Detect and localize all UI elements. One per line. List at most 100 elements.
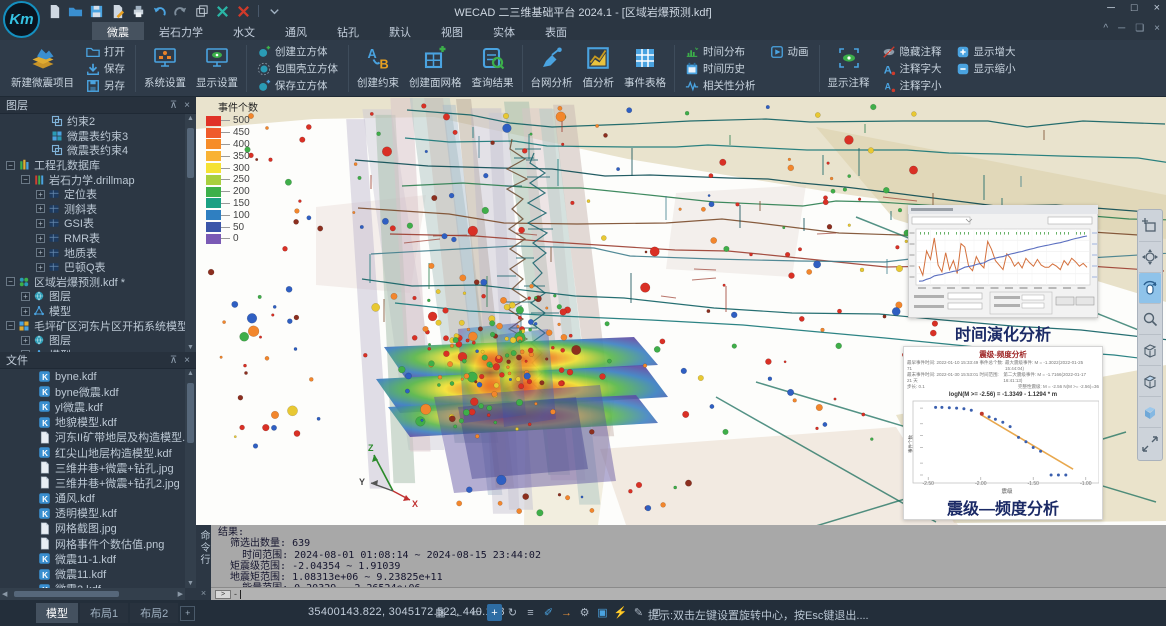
collapse-icon[interactable]: − xyxy=(6,277,15,286)
file-item[interactable]: K通风.kdf xyxy=(0,491,185,506)
ribbon-button-15-2[interactable]: A注释字小 xyxy=(875,77,949,94)
app-logo[interactable]: Km xyxy=(3,1,40,38)
file-item[interactable]: 三维井巷+微震+钻孔.jpg xyxy=(0,460,185,475)
ribbon-button-11-1[interactable]: 时间历史 xyxy=(678,60,763,77)
menu-tab-3[interactable]: 通风 xyxy=(270,22,322,40)
file-item[interactable]: Kyl微震.kdf xyxy=(0,399,185,414)
files-hscrollbar[interactable]: ◀▶ xyxy=(0,588,185,600)
collapse-icon[interactable]: − xyxy=(6,161,15,170)
expand-icon[interactable]: + xyxy=(36,204,45,213)
file-item[interactable]: K微震11.kdf xyxy=(0,566,185,581)
files-scrollbar[interactable]: ▲ ▼ xyxy=(185,369,196,588)
ribbon-button-14-0[interactable]: 显示注释 xyxy=(823,41,875,96)
dynamic-input-icon[interactable]: ⚡ xyxy=(613,604,628,621)
tree-item[interactable]: +模型 xyxy=(0,304,185,319)
expand-icon[interactable]: + xyxy=(21,292,30,301)
menu-tab-5[interactable]: 默认 xyxy=(374,22,426,40)
grid-icon[interactable]: ▦ xyxy=(433,604,448,621)
expand-icon[interactable]: + xyxy=(21,336,30,345)
file-item[interactable]: 网格截图.jpg xyxy=(0,521,185,536)
menu-tab-1[interactable]: 岩石力学 xyxy=(144,22,218,40)
tree-item[interactable]: 微震表约束4 xyxy=(0,143,185,158)
ribbon-button-0-0[interactable]: 新建微震项目 xyxy=(6,41,79,96)
ribbon-button-1-0[interactable]: 打开 xyxy=(79,43,132,60)
ribbon-button-1-1[interactable]: 保存 xyxy=(79,60,132,77)
tree-item[interactable]: −区域岩爆预测.kdf * xyxy=(0,275,185,290)
wireframe-tool[interactable] xyxy=(1139,335,1161,366)
export-icon[interactable]: → xyxy=(559,604,574,621)
add-layout-button[interactable]: + xyxy=(180,606,195,621)
orbit-tool[interactable] xyxy=(1139,242,1161,273)
layers-scrollbar[interactable]: ▲ ▼ xyxy=(185,114,196,352)
pin-icon[interactable]: ⊼ xyxy=(170,100,177,111)
settings-icon[interactable]: ⚙ xyxy=(577,604,592,621)
console-tab[interactable]: 命令行 × xyxy=(196,525,211,600)
viewport-3d[interactable]: ZYX 事件个数 500450400350300250200150100500 … xyxy=(196,97,1166,525)
osnap-icon[interactable]: + xyxy=(487,604,502,621)
ribbon-button-9-1[interactable]: 值分析 xyxy=(578,41,620,96)
file-item[interactable]: Kbyne.kdf xyxy=(0,369,185,384)
zoom-window-tool[interactable] xyxy=(1139,211,1161,242)
menu-tab-7[interactable]: 实体 xyxy=(478,22,530,40)
ribbon-button-15-1[interactable]: A注释字大 xyxy=(875,60,949,77)
ribbon-button-9-2[interactable]: 事件表格 xyxy=(619,41,671,96)
rotate-view-tool[interactable] xyxy=(1139,273,1161,304)
menu-tab-2[interactable]: 水文 xyxy=(218,22,270,40)
menu-tab-4[interactable]: 钻孔 xyxy=(322,22,374,40)
polar-icon[interactable]: ↻ xyxy=(505,604,520,621)
ribbon-button-11-2[interactable]: 相关性分析 xyxy=(678,77,763,94)
layout-tab-2[interactable]: 布局2 xyxy=(130,603,178,623)
brush-icon[interactable]: ✐ xyxy=(541,604,556,621)
tree-item[interactable]: −工程孔数据库 xyxy=(0,158,185,173)
ribbon-button-5-0[interactable]: 创建立方体 xyxy=(250,43,345,60)
mdi-restore-button[interactable]: ❏ xyxy=(1135,23,1144,34)
collapse-icon[interactable]: − xyxy=(21,175,30,184)
mdi-close-button[interactable]: × xyxy=(1154,23,1160,34)
mdi-minimize-button[interactable]: ─ xyxy=(1118,23,1125,34)
ribbon-button-16-1[interactable]: 显示缩小 xyxy=(949,60,1023,77)
ribbon-button-7-0[interactable]: AB创建约束 xyxy=(352,41,404,96)
tree-item[interactable]: +测斜表 xyxy=(0,202,185,217)
minimize-button[interactable]: ─ xyxy=(1107,2,1115,14)
ortho-icon[interactable]: ∟ xyxy=(451,604,466,621)
ribbon-button-3-1[interactable]: 显示设置 xyxy=(191,41,243,96)
menu-tab-8[interactable]: 表面 xyxy=(530,22,582,40)
layout-tab-1[interactable]: 布局1 xyxy=(80,603,128,623)
close-button[interactable]: × xyxy=(1154,2,1160,14)
tree-item[interactable]: +定位表 xyxy=(0,187,185,202)
file-item[interactable]: K红尖山地层构造模型.kdf xyxy=(0,445,185,460)
tree-item[interactable]: +巴顿Q表 xyxy=(0,260,185,275)
file-item[interactable]: 三维井巷+微震+钻孔2.jpg xyxy=(0,475,185,490)
expand-icon[interactable]: + xyxy=(36,234,45,243)
ribbon-button-9-0[interactable]: 台网分析 xyxy=(526,41,578,96)
file-item[interactable]: Kbyne微震.kdf xyxy=(0,384,185,399)
ribbon-button-3-0[interactable]: 系统设置 xyxy=(139,41,191,96)
close-icon[interactable]: × xyxy=(184,100,190,111)
tree-item[interactable]: −毛坪矿区河东片区开拓系统模型 (1).k xyxy=(0,318,185,333)
menu-tab-0[interactable]: 微震 xyxy=(92,22,144,40)
ribbon-button-12-0[interactable]: 动画 xyxy=(763,43,816,60)
tree-item[interactable]: +GSI表 xyxy=(0,216,185,231)
ribbon-button-5-1[interactable]: 包围壳立方体 xyxy=(250,60,345,77)
expand-icon[interactable]: + xyxy=(36,190,45,199)
file-item[interactable]: K微震11-1.kdf xyxy=(0,551,185,566)
file-item[interactable]: K透明模型.kdf xyxy=(0,506,185,521)
file-item[interactable]: 河东II矿带地层及构造模型.kdf xyxy=(0,430,185,445)
tree-item[interactable]: +图层 xyxy=(0,333,185,348)
cube-icon[interactable]: ▣ xyxy=(595,604,610,621)
expand-icon[interactable]: + xyxy=(21,307,30,316)
ribbon-button-7-2[interactable]: 查询结果 xyxy=(467,41,519,96)
ribbon-button-11-0[interactable]: 时间分布 xyxy=(678,43,763,60)
collapse-icon[interactable]: − xyxy=(6,321,15,330)
sketch-icon[interactable]: ✎ xyxy=(631,604,646,621)
tree-item[interactable]: 微震表约束3 xyxy=(0,129,185,144)
expand-icon[interactable]: + xyxy=(36,248,45,257)
lineweight-icon[interactable]: ≡ xyxy=(523,604,538,621)
tree-item[interactable]: −岩石力学.drillmap xyxy=(0,172,185,187)
pin-icon[interactable]: ⊼ xyxy=(170,355,177,366)
shaded-tool[interactable] xyxy=(1139,397,1161,428)
ribbon-button-7-1[interactable]: 创建面网格 xyxy=(404,41,467,96)
tree-item[interactable]: +地质表 xyxy=(0,245,185,260)
expand-icon[interactable]: + xyxy=(36,263,45,272)
menu-tab-6[interactable]: 视图 xyxy=(426,22,478,40)
